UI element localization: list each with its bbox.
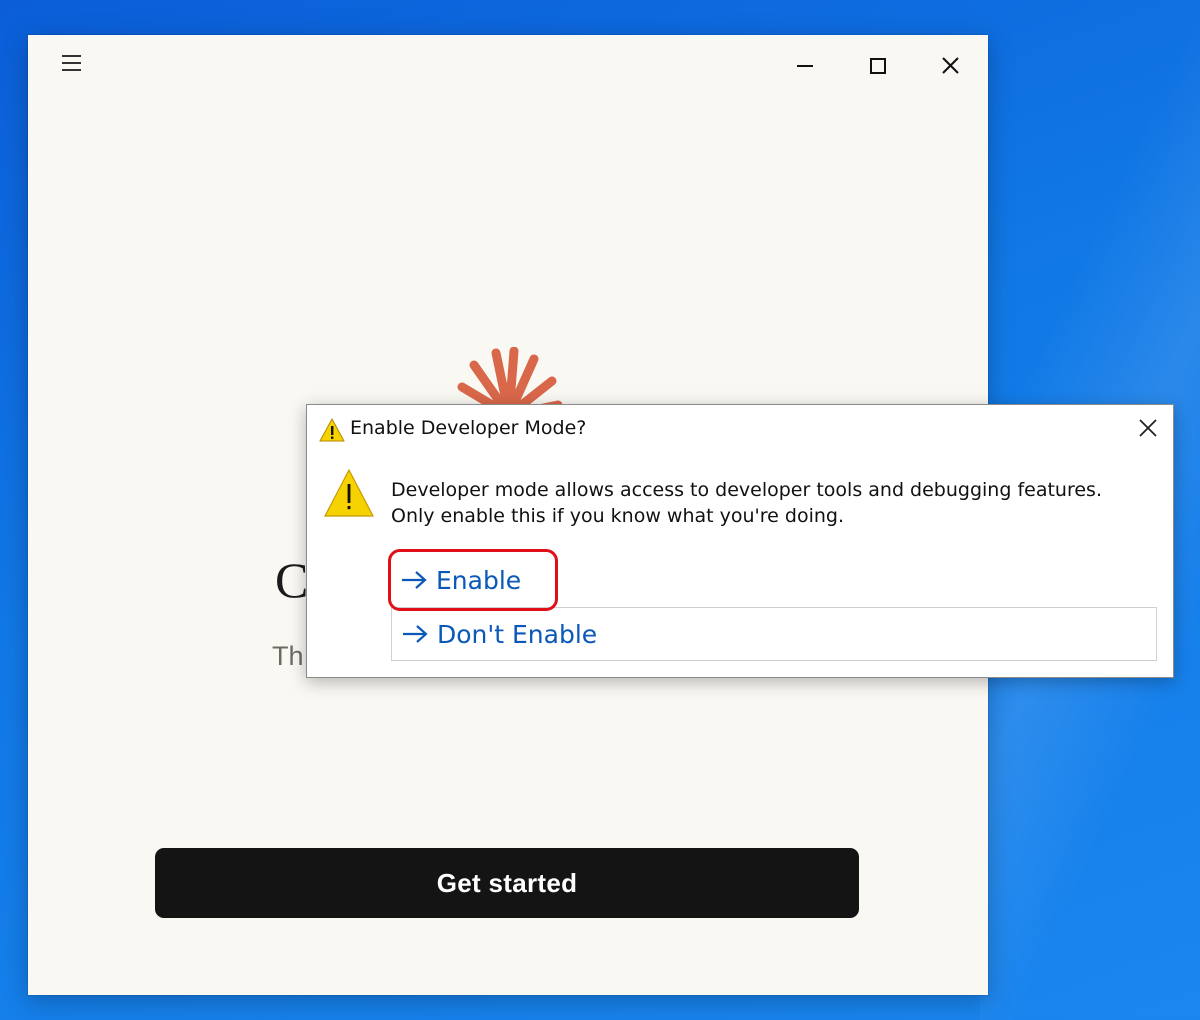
minimize-button[interactable] [783,49,827,83]
enable-label: Enable [436,565,522,595]
dialog-message: Developer mode allows access to develope… [391,479,1102,527]
warning-icon [324,468,374,517]
enable-command-link[interactable]: Enable [391,553,1157,607]
dont-enable-command-link[interactable]: Don't Enable [391,607,1157,661]
arrow-right-icon [402,571,427,589]
close-icon [1139,419,1157,437]
dialog-title: Enable Developer Mode? [350,417,587,439]
welcome-subtitle: Th [272,641,304,671]
welcome-title: C [275,552,309,608]
dialog-close-button[interactable] [1135,415,1161,441]
maximize-button[interactable] [855,49,899,83]
hamburger-menu-icon[interactable] [62,55,82,71]
developer-mode-dialog: Enable Developer Mode? Developer mode al… [306,404,1174,678]
close-icon [942,57,959,74]
window-close-button[interactable] [929,49,973,83]
arrow-right-icon [403,625,428,643]
warning-icon [319,417,345,442]
get-started-button[interactable]: Get started [155,848,859,918]
dont-enable-label: Don't Enable [437,619,598,649]
